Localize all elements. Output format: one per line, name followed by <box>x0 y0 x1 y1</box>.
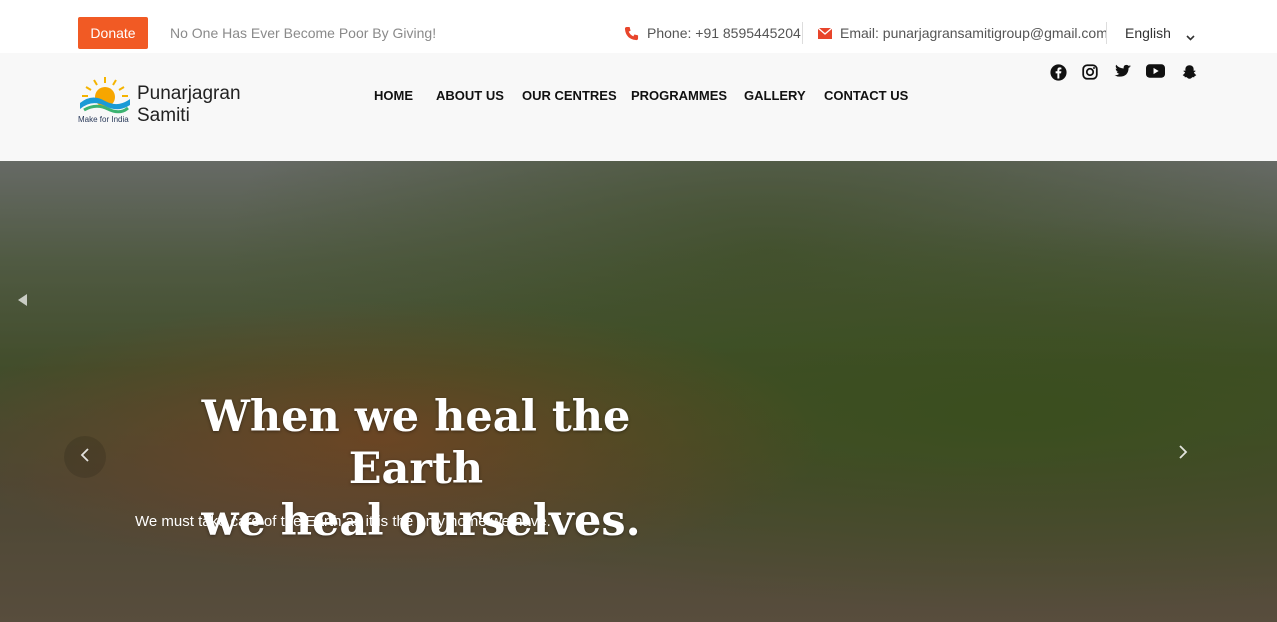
phone-number: Phone: +91 8595445204 <box>647 25 801 41</box>
slider-prev-button[interactable] <box>64 436 106 478</box>
email-address: Email: punarjagransamitigroup@gmail.com <box>840 25 1108 41</box>
youtube-icon[interactable] <box>1146 64 1165 78</box>
nav-programmes[interactable]: PROGRAMMES <box>631 88 727 103</box>
phone-contact[interactable]: Phone: +91 8595445204 <box>624 25 801 41</box>
scroll-left-icon[interactable] <box>16 293 28 312</box>
language-select[interactable]: English <box>1125 25 1171 41</box>
hero-title-line1: When we heal the Earth <box>201 392 631 494</box>
instagram-icon[interactable] <box>1082 64 1098 80</box>
nav-our-centres[interactable]: OUR CENTRES <box>522 88 617 103</box>
donate-button[interactable]: Donate <box>78 17 148 49</box>
snapchat-icon[interactable] <box>1182 64 1197 80</box>
chevron-right-icon <box>1178 445 1188 464</box>
hero-slider: When we heal the Earth we heal ourselves… <box>0 161 1277 622</box>
email-contact[interactable]: Email: punarjagransamitigroup@gmail.com <box>818 25 1108 41</box>
nav-contact-us[interactable]: CONTACT US <box>824 88 908 103</box>
mail-icon <box>818 27 832 39</box>
divider <box>1106 22 1107 44</box>
logo-tagline: Make for India <box>78 115 129 124</box>
chevron-left-icon <box>80 447 90 468</box>
chevron-down-icon[interactable] <box>1186 28 1195 46</box>
site-title-line2: Samiti <box>137 105 190 126</box>
twitter-icon[interactable] <box>1113 64 1131 80</box>
tagline: No One Has Ever Become Poor By Giving! <box>170 25 437 41</box>
nav-home[interactable]: HOME <box>374 88 413 103</box>
site-title[interactable]: Punarjagran Samiti <box>137 83 241 127</box>
slider-next-button[interactable] <box>1178 444 1188 465</box>
top-bar: Donate No One Has Ever Become Poor By Gi… <box>0 0 1277 53</box>
facebook-icon[interactable] <box>1050 64 1067 81</box>
site-title-line1: Punarjagran <box>137 83 241 104</box>
nav-gallery[interactable]: GALLERY <box>744 88 806 103</box>
nav-about-us[interactable]: ABOUT US <box>436 88 504 103</box>
hero-subtitle: We must take care of the Earth as it is … <box>135 513 551 530</box>
phone-icon <box>624 26 639 41</box>
logo-icon[interactable] <box>78 75 132 120</box>
divider <box>802 22 803 44</box>
